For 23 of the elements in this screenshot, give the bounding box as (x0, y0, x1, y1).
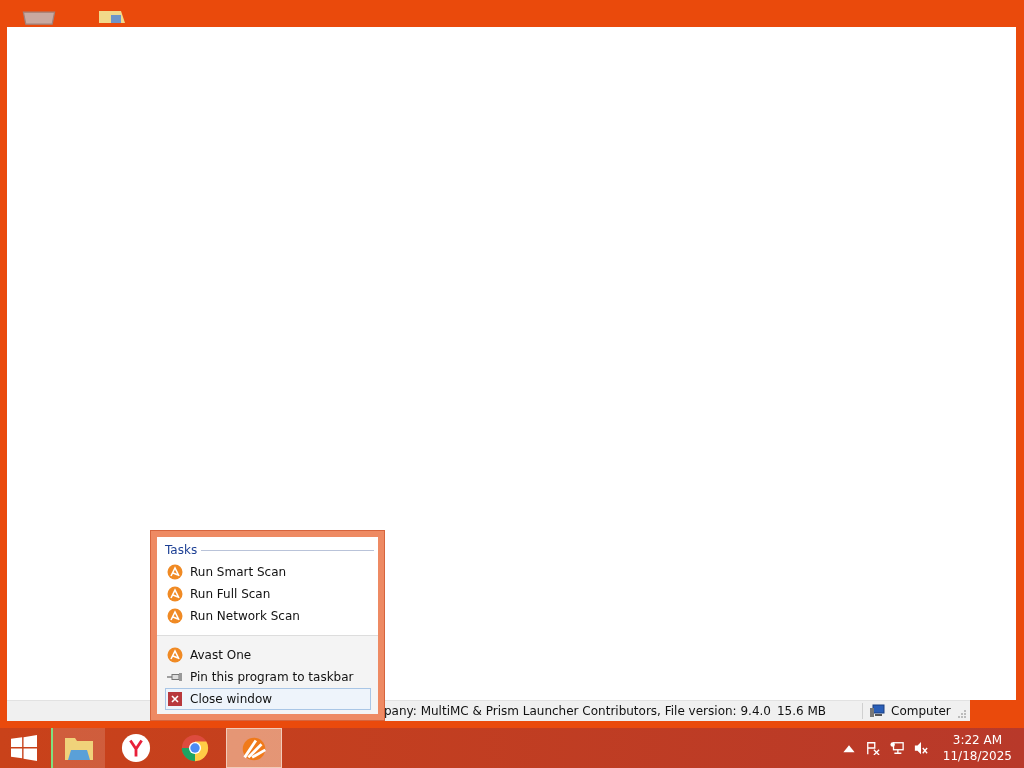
menu-item[interactable]: Avast One (165, 644, 371, 666)
computer-icon (869, 704, 886, 718)
clock-date: 11/18/2025 (942, 748, 1012, 764)
windows-logo-icon (11, 735, 37, 761)
menu-item[interactable]: Close window (165, 688, 371, 710)
status-details: pany: MultiMC & Prism Launcher Contributors, File version: 9.4.0 (384, 704, 771, 718)
clock-time: 3:22 AM (952, 732, 1003, 748)
menu-item[interactable]: Run Network Scan (165, 605, 374, 627)
resize-grip-icon[interactable] (957, 709, 967, 719)
speaker-muted-icon[interactable] (913, 741, 928, 755)
chrome-icon (179, 733, 211, 763)
network-icon[interactable] (889, 741, 904, 755)
flag-icon[interactable] (865, 741, 880, 755)
browser-logo-icon (120, 733, 152, 763)
clock[interactable]: 3:22 AM 11/18/2025 (932, 732, 1024, 764)
status-location: Computer (891, 704, 951, 718)
menu-item[interactable]: Run Full Scan (165, 583, 374, 605)
status-size: 15.6 MB (776, 704, 827, 718)
menu-item[interactable]: Run Smart Scan (165, 561, 374, 583)
menu-item[interactable]: Pin this program to taskbar (165, 666, 371, 688)
taskbar-button[interactable] (51, 728, 105, 768)
close-icon (167, 691, 183, 707)
section-header: Tasks (165, 543, 198, 557)
